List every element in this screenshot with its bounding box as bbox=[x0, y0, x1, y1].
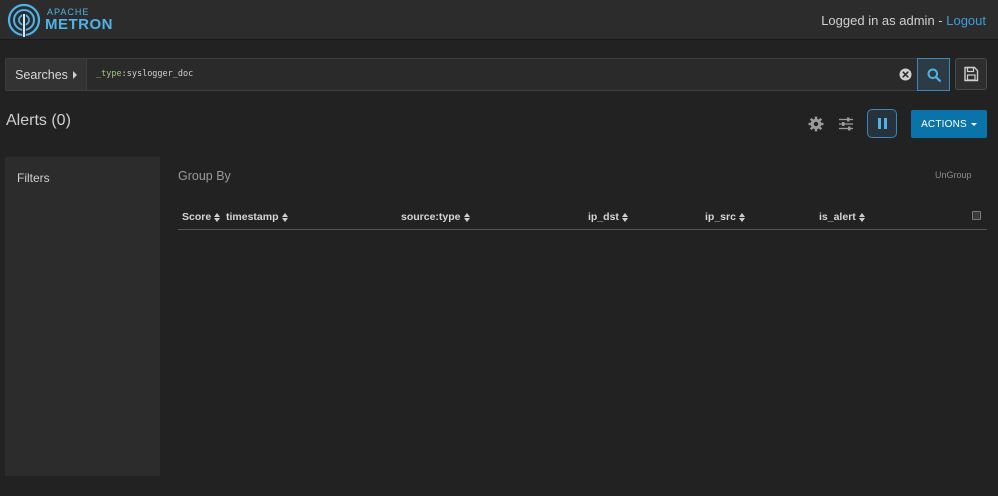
gear-icon[interactable] bbox=[808, 116, 824, 132]
column-label: source:type bbox=[401, 211, 461, 223]
filters-panel: Filters bbox=[5, 157, 160, 476]
ungroup-button[interactable]: UnGroup bbox=[935, 170, 972, 180]
filters-label: Filters bbox=[17, 171, 50, 185]
column-header-source-type[interactable]: source:type bbox=[401, 211, 470, 223]
floppy-disk-icon bbox=[964, 66, 979, 82]
column-header-ip-src[interactable]: ip_src bbox=[705, 211, 745, 223]
sort-icon bbox=[463, 212, 470, 222]
search-input[interactable]: _type:syslogger_doc bbox=[96, 69, 193, 79]
logout-link[interactable]: Logout bbox=[946, 13, 986, 28]
sort-icon bbox=[621, 212, 628, 222]
column-label: timestamp bbox=[226, 211, 279, 223]
column-header-is-alert[interactable]: is_alert bbox=[819, 211, 865, 223]
column-label: Score bbox=[182, 211, 212, 223]
save-search-button[interactable] bbox=[955, 58, 987, 90]
logged-in-text: Logged in as admin - bbox=[821, 13, 947, 28]
query-key: _type bbox=[96, 69, 122, 79]
login-status: Logged in as admin - Logout bbox=[821, 13, 986, 28]
sort-icon bbox=[738, 212, 745, 222]
metron-logo[interactable]: APACHE METRON bbox=[6, 3, 113, 37]
search-bar: Searches _type:syslogger_doc bbox=[5, 58, 950, 91]
actions-button[interactable]: ACTIONS bbox=[911, 110, 987, 138]
caret-right-icon bbox=[72, 70, 77, 79]
top-navbar: APACHE METRON Logged in as admin - Logou… bbox=[0, 0, 998, 40]
clear-circle-icon[interactable] bbox=[899, 68, 912, 81]
column-label: ip_dst bbox=[588, 211, 619, 223]
column-header-timestamp[interactable]: timestamp bbox=[226, 211, 288, 223]
column-header-ip-dst[interactable]: ip_dst bbox=[588, 211, 628, 223]
pause-button[interactable] bbox=[867, 109, 897, 138]
logo-metron-text: METRON bbox=[45, 16, 113, 33]
query-value: syslogger_doc bbox=[126, 69, 194, 79]
metron-radar-icon bbox=[7, 3, 41, 37]
column-label: ip_src bbox=[705, 211, 736, 223]
alerts-title: Alerts (0) bbox=[6, 112, 71, 129]
searches-button[interactable]: Searches bbox=[6, 59, 87, 90]
pause-icon bbox=[877, 118, 881, 129]
search-button[interactable] bbox=[917, 58, 950, 91]
searches-label: Searches bbox=[15, 67, 68, 82]
caret-down-icon bbox=[970, 122, 977, 126]
sort-icon bbox=[858, 212, 865, 222]
search-icon bbox=[927, 68, 941, 82]
column-header-score[interactable]: Score bbox=[182, 211, 221, 223]
pause-icon-bar bbox=[883, 118, 887, 129]
sort-icon bbox=[281, 212, 288, 222]
column-label: is_alert bbox=[819, 211, 856, 223]
alerts-table-header: Score timestamp source:type ip_dst ip_sr… bbox=[178, 205, 987, 230]
sliders-icon[interactable] bbox=[838, 116, 854, 132]
sort-icon bbox=[214, 212, 221, 222]
select-all-checkbox[interactable] bbox=[972, 211, 981, 220]
group-by-label: Group By bbox=[178, 169, 231, 183]
actions-label: ACTIONS bbox=[921, 118, 967, 130]
